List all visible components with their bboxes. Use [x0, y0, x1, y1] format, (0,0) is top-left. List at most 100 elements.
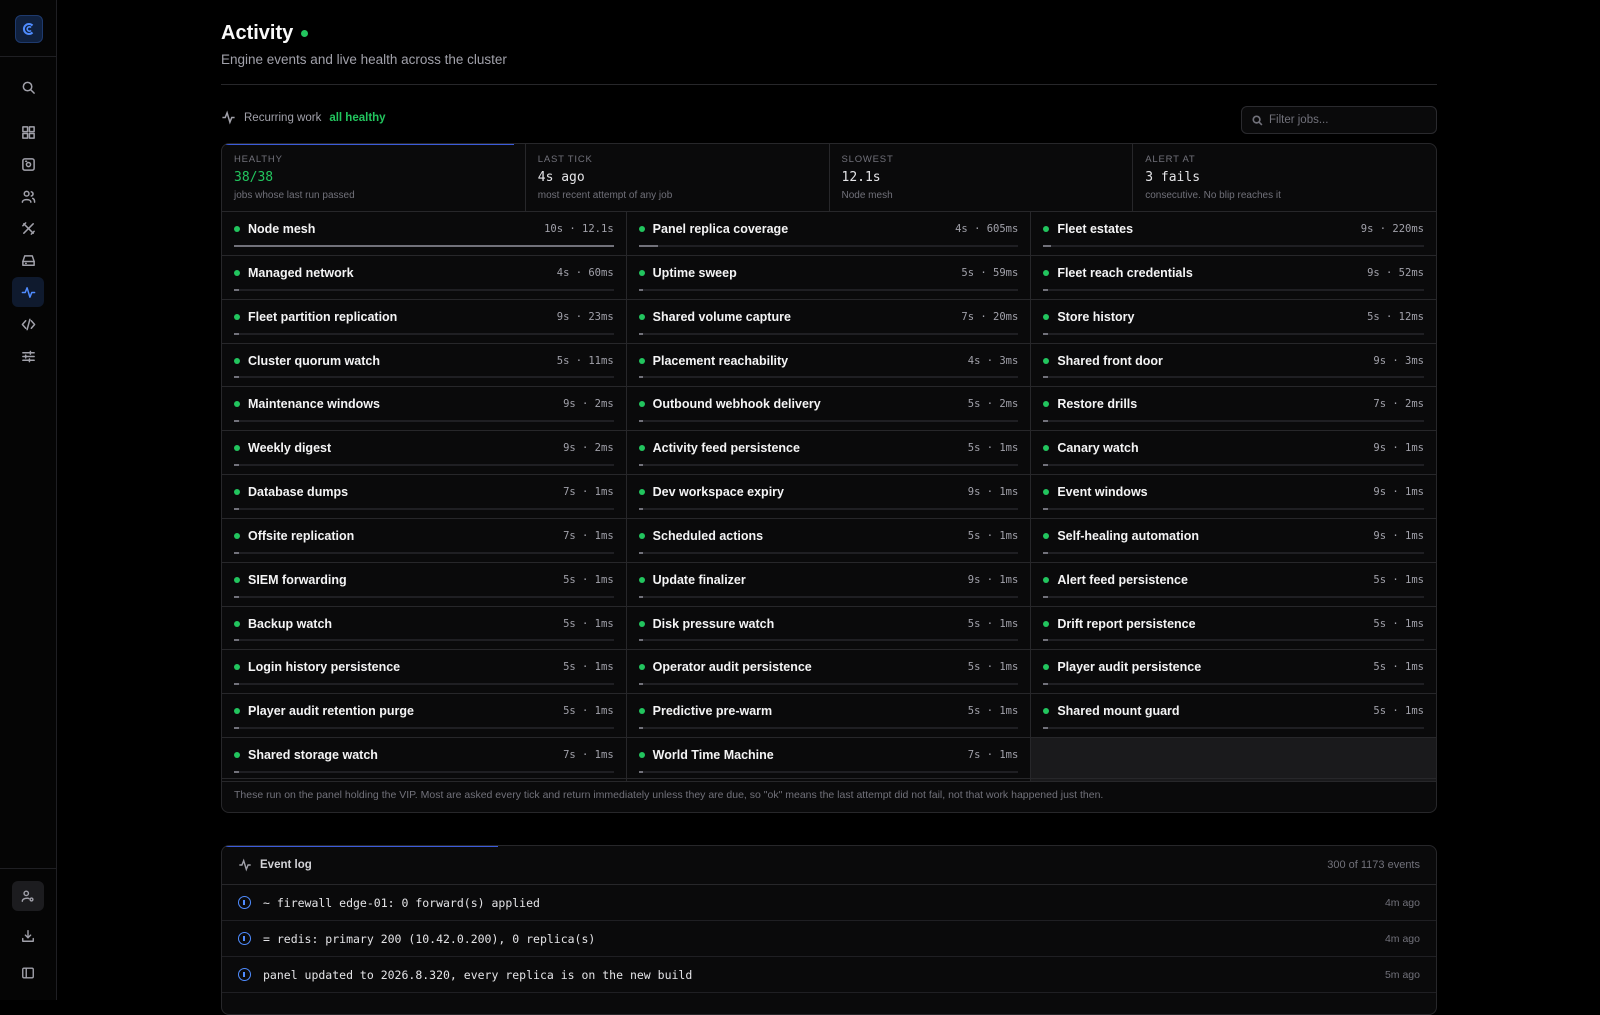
status-dot [234, 226, 240, 232]
job-name: Player audit persistence [1057, 660, 1202, 675]
job-row[interactable]: Predictive pre-warm 5s · 1ms [626, 694, 1032, 739]
nav-servers[interactable] [12, 149, 44, 179]
job-row[interactable]: Operator audit persistence 5s · 1ms [626, 650, 1032, 695]
nav-activity[interactable] [12, 277, 44, 307]
event-time: 4m ago [1384, 896, 1420, 909]
job-timing: 9s · 1ms [1373, 486, 1424, 499]
job-row[interactable]: Update finalizer 9s · 1ms [626, 562, 1032, 607]
job-timing: 7s · 20ms [961, 310, 1019, 323]
event-row[interactable]: = redis: primary 200 (10.42.0.200), 0 re… [222, 921, 1436, 957]
collapse-sidebar-button[interactable] [12, 958, 44, 988]
job-row[interactable]: Store history 5s · 12ms [1031, 299, 1436, 344]
duration-bar-fill [1043, 332, 1048, 335]
status-dot [1043, 226, 1050, 232]
job-row[interactable]: Shared storage watch 7s · 1ms [222, 738, 627, 782]
job-name: Canary watch [1057, 441, 1139, 456]
job-name: Backup watch [248, 616, 333, 631]
job-row[interactable]: World Time Machine 7s · 1ms [626, 738, 1032, 782]
job-name: Shared storage watch [248, 748, 378, 763]
job-name: Fleet partition replication [248, 309, 398, 324]
job-row[interactable]: Shared mount guard 5s · 1ms [1031, 694, 1436, 739]
status-dot [234, 445, 240, 452]
duration-bar [1043, 376, 1424, 379]
job-row[interactable]: Fleet partition replication 9s · 23ms [222, 299, 627, 344]
filter-jobs-field[interactable] [1241, 106, 1437, 134]
job-row[interactable]: Fleet reach credentials 9s · 52ms [1031, 255, 1436, 300]
job-row[interactable]: Alert feed persistence 5s · 1ms [1031, 562, 1436, 607]
job-name: Shared volume capture [652, 309, 791, 324]
job-row[interactable]: Dev workspace expiry 9s · 1ms [626, 475, 1032, 519]
nav-storage[interactable] [12, 245, 44, 275]
job-timing: 9s · 220ms [1360, 223, 1424, 235]
job-row[interactable]: Player audit retention purge 5s · 1ms [222, 694, 627, 739]
job-row[interactable]: Self-healing automation 9s · 1ms [1031, 518, 1436, 563]
nav-users[interactable] [12, 181, 44, 211]
job-row[interactable]: Event windows 9s · 1ms [1031, 475, 1436, 519]
job-name: Update finalizer [652, 572, 746, 587]
status-dot [1043, 532, 1050, 539]
job-row[interactable]: Canary watch 9s · 1ms [1031, 431, 1436, 476]
job-row[interactable]: Scheduled actions 5s · 1ms [626, 518, 1032, 563]
status-dot [638, 532, 645, 539]
filter-jobs-input[interactable] [1269, 114, 1429, 126]
job-row[interactable]: Placement reachability 4s · 3ms [626, 343, 1032, 388]
status-dot [234, 532, 240, 539]
duration-bar [638, 244, 1019, 247]
duration-bar-fill [638, 595, 644, 598]
nav-dashboard[interactable] [12, 117, 44, 147]
job-row[interactable]: Outbound webhook delivery 5s · 2ms [626, 387, 1032, 432]
nav-search[interactable] [12, 72, 44, 102]
job-timing: 7s · 1ms [563, 486, 614, 499]
event-row[interactable]: panel updated to 2026.8.320, every repli… [222, 957, 1436, 993]
duration-bar-fill [1043, 727, 1048, 730]
status-dot [638, 313, 645, 320]
job-row[interactable]: Weekly digest 9s · 2ms [222, 431, 627, 476]
job-row[interactable]: Maintenance windows 9s · 2ms [222, 387, 627, 432]
job-row[interactable]: Managed network 4s · 60ms [222, 255, 627, 300]
nav-settings[interactable] [12, 341, 44, 371]
job-row[interactable]: Player audit persistence 5s · 1ms [1031, 650, 1436, 695]
app-logo[interactable] [15, 15, 43, 43]
status-dot [638, 445, 645, 452]
duration-bar-fill [638, 332, 644, 335]
job-name: Activity feed persistence [652, 441, 800, 456]
sliders-icon [21, 350, 35, 362]
status-dot [234, 752, 240, 759]
user-menu-button[interactable] [12, 881, 44, 911]
duration-bar [638, 507, 1019, 510]
job-row[interactable]: Restore drills 7s · 2ms [1031, 387, 1436, 432]
stat-card: LAST TICK 4s ago most recent attempt of an… [526, 144, 830, 211]
job-row[interactable]: SIEM forwarding 5s · 1ms [222, 562, 627, 607]
download-button[interactable] [12, 921, 44, 951]
nav-code[interactable] [12, 309, 44, 339]
job-timing: 5s · 2ms [967, 398, 1019, 411]
duration-bar [234, 332, 614, 335]
job-row[interactable]: Activity feed persistence 5s · 1ms [626, 431, 1032, 476]
job-row[interactable]: Shared volume capture 7s · 20ms [626, 299, 1032, 344]
status-dot [638, 620, 645, 627]
duration-bar [1043, 727, 1424, 730]
job-row[interactable]: Database dumps 7s · 1ms [222, 475, 627, 519]
job-row[interactable]: Node mesh 10s · 12.1s [222, 212, 627, 256]
event-row[interactable]: ~ firewall edge-01: 0 forward(s) applied… [222, 885, 1436, 921]
duration-bar-fill [1043, 507, 1048, 510]
job-row[interactable]: Disk pressure watch 5s · 1ms [626, 606, 1032, 651]
job-row[interactable]: Fleet estates 9s · 220ms [1031, 212, 1436, 256]
job-row[interactable]: Shared front door 9s · 3ms [1031, 343, 1436, 388]
job-timing: 5s · 1ms [967, 442, 1019, 455]
job-row[interactable]: Panel replica coverage 4s · 605ms [626, 212, 1032, 256]
job-row[interactable]: Uptime sweep 5s · 59ms [626, 255, 1032, 300]
duration-bar-fill [1043, 464, 1048, 467]
sidebar [0, 0, 57, 1000]
job-row[interactable]: Login history persistence 5s · 1ms [222, 650, 627, 695]
event-log-title: Event log [260, 859, 312, 871]
job-row[interactable]: Drift report persistence 5s · 1ms [1031, 606, 1436, 651]
duration-bar-fill [234, 770, 239, 773]
duration-bar [1043, 639, 1424, 642]
job-row[interactable]: Cluster quorum watch 5s · 11ms [222, 343, 627, 388]
nav-tools[interactable] [12, 213, 44, 243]
duration-bar [234, 464, 614, 467]
job-row[interactable]: Offsite replication 7s · 1ms [222, 518, 627, 563]
duration-bar-fill [234, 332, 239, 335]
job-row[interactable]: Backup watch 5s · 1ms [222, 606, 627, 651]
